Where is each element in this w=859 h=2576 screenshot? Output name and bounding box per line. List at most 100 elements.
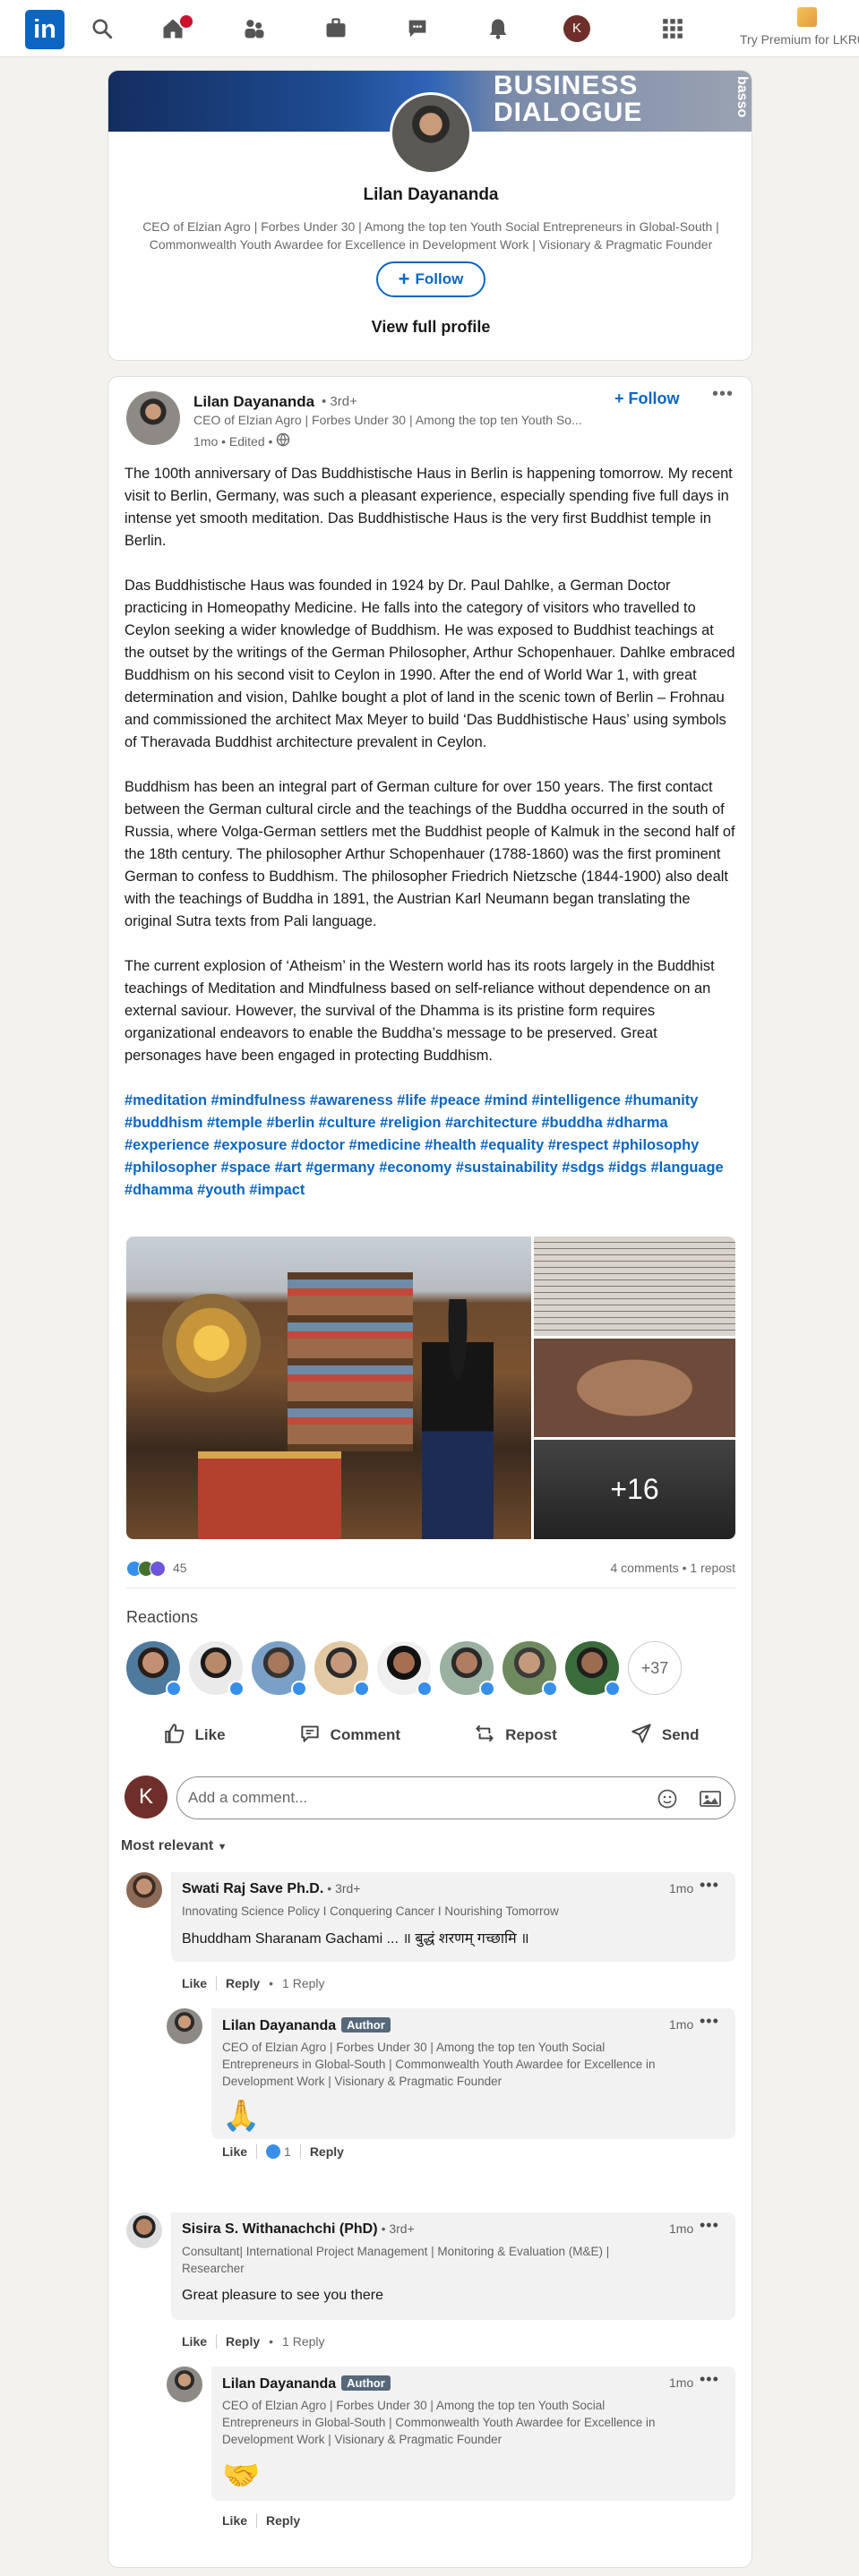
comment-time: 1mo (669, 2017, 694, 2032)
more-options-icon[interactable]: ••• (712, 384, 734, 405)
reactor-avatar[interactable] (440, 1641, 495, 1697)
comment-reply-button[interactable]: Reply (226, 2334, 260, 2349)
reactor-avatar[interactable] (503, 1641, 558, 1697)
post-time-text: 1mo • Edited • (193, 433, 273, 449)
post-author-name[interactable]: Lilan Dayananda (193, 393, 314, 411)
more-reactors-button[interactable]: +37 (628, 1641, 682, 1695)
sort-comments-dropdown[interactable]: Most relevant ▼ (121, 1838, 227, 1854)
profile-follow-button[interactable]: + Follow (376, 261, 485, 297)
like-reaction-icon (266, 2144, 281, 2159)
notifications-icon[interactable] (484, 14, 512, 43)
comment-reply-button[interactable]: Reply (266, 2513, 300, 2528)
like-button[interactable]: Like (163, 1722, 226, 1750)
comment-bubble: Sisira S. Withanachchi (PhD) • 3rd+ Consu… (171, 2212, 735, 2320)
reactor-avatar[interactable] (565, 1641, 621, 1697)
like-badge-icon (417, 1681, 433, 1697)
search-icon[interactable] (88, 14, 116, 43)
reactor-avatar[interactable] (314, 1641, 370, 1697)
comment-more-icon[interactable]: ••• (700, 2216, 719, 2235)
comment-reply-button[interactable]: Reply (226, 1976, 260, 1990)
commenter-avatar[interactable] (126, 1872, 162, 1908)
commenter-name[interactable]: Swati Raj Save Ph.D. • 3rd+ (182, 1881, 360, 1897)
post-hashtags[interactable]: #meditation #mindfulness #awareness #lif… (125, 1090, 737, 1202)
reply-count[interactable]: 1 Reply (282, 2334, 324, 2349)
commenter-name[interactable]: Sisira S. Withanachchi (PhD) • 3rd+ (182, 2221, 415, 2238)
comment-like-button[interactable]: Like (182, 2334, 207, 2349)
comment-bubble: Lilan Dayananda Author CEO of Elzian Agro… (211, 2008, 735, 2139)
comment-like-button[interactable]: Like (222, 2144, 247, 2159)
top-nav-bar: in K Try Premium for LKR0 (0, 0, 859, 57)
photo-document[interactable] (534, 1237, 735, 1336)
emoji-icon[interactable] (657, 1788, 678, 1814)
repost-button[interactable]: Repost (473, 1722, 557, 1750)
commenter-avatar[interactable] (167, 2366, 202, 2402)
comment-label: Comment (330, 1726, 401, 1743)
reaction-icons[interactable] (126, 1561, 166, 1577)
linkedin-logo[interactable]: in (25, 10, 64, 49)
comment: Sisira S. Withanachchi (PhD) • 3rd+ Consu… (126, 2212, 735, 2349)
like-count[interactable]: 1 (266, 2144, 291, 2159)
comment-text: Great pleasure to see you there (182, 2288, 384, 2303)
divider (216, 1976, 218, 1990)
more-photos-count[interactable]: +16 (534, 1440, 735, 1539)
comment-reply: Lilan Dayananda Author CEO of Elzian Agro… (167, 2008, 735, 2169)
caret-down-icon: ▼ (217, 1842, 228, 1853)
reactor-avatar[interactable] (377, 1641, 433, 1697)
reactor-avatar[interactable] (126, 1641, 182, 1697)
my-network-icon[interactable] (240, 14, 269, 43)
commenter-name-text: Swati Raj Save Ph.D. (182, 1881, 324, 1896)
comment-more-icon[interactable]: ••• (700, 1876, 719, 1895)
comment-reply-button[interactable]: Reply (310, 2144, 344, 2159)
commenter-headline: CEO of Elzian Agro | Forbes Under 30 | A… (222, 2041, 656, 2088)
divider (256, 2513, 258, 2528)
reactor-avatar[interactable] (189, 1641, 245, 1697)
work-grid-icon[interactable] (658, 14, 687, 43)
me-avatar[interactable]: K (563, 15, 590, 42)
comment-actions: Like 1 Reply (222, 2144, 344, 2159)
post-photo-grid[interactable]: +16 (126, 1237, 735, 1539)
post-follow-button[interactable]: + Follow (614, 389, 680, 408)
commenter-avatar[interactable] (126, 2212, 162, 2248)
reaction-count[interactable]: 45 (173, 1561, 187, 1575)
author-profile-card: BUSINESS DIALOGUE basso Lilan Dayananda … (107, 70, 752, 361)
comment-actions: Like Reply • 1 Reply (182, 2334, 325, 2349)
comments-reposts-count[interactable]: 4 comments • 1 repost (610, 1561, 735, 1575)
reply-count[interactable]: 1 Reply (282, 1976, 324, 1990)
post-paragraph-2: Das Buddhistische Haus was founded in 19… (125, 578, 735, 750)
notification-dot (178, 13, 194, 30)
my-comment-avatar: K (125, 1776, 168, 1819)
commenter-degree: • 3rd+ (327, 1881, 361, 1896)
commenter-name[interactable]: Lilan Dayananda Author (222, 2017, 391, 2034)
comment-actions: Like Reply (222, 2513, 300, 2528)
banner-vertical-text: basso (734, 76, 750, 118)
profile-avatar[interactable] (390, 92, 472, 175)
comment-like-button[interactable]: Like (222, 2513, 247, 2528)
comment-more-icon[interactable]: ••• (700, 2370, 719, 2389)
photo-main-temple-interior[interactable] (126, 1237, 531, 1539)
view-full-profile-link[interactable]: View full profile (108, 318, 752, 337)
photo-statues[interactable]: +16 (534, 1440, 735, 1539)
messaging-icon[interactable] (403, 14, 432, 43)
comment-time: 1mo (669, 2221, 694, 2236)
like-badge-icon (354, 1681, 370, 1697)
reactor-avatar[interactable] (252, 1641, 307, 1697)
commenter-degree: • 3rd+ (381, 2221, 415, 2236)
comment-more-icon[interactable]: ••• (700, 2012, 719, 2031)
reply-count-dot: • (269, 1976, 274, 1990)
send-button[interactable]: Send (630, 1722, 699, 1750)
try-premium-link[interactable]: Try Premium for LKR0 (740, 7, 859, 52)
comment-button[interactable]: Comment (298, 1722, 400, 1750)
post-author-avatar[interactable] (126, 391, 180, 445)
jobs-icon[interactable] (322, 14, 350, 43)
image-icon[interactable] (699, 1788, 722, 1814)
photo-carving[interactable] (534, 1339, 735, 1437)
praying-hands-emoji: 🙏 (222, 2099, 261, 2133)
repost-label: Repost (505, 1726, 557, 1743)
photo-altar-detail (198, 1451, 341, 1539)
comment-input[interactable]: Add a comment... (176, 1776, 735, 1819)
profile-name[interactable]: Lilan Dayananda (108, 185, 752, 205)
commenter-avatar[interactable] (167, 2008, 202, 2044)
commenter-name[interactable]: Lilan Dayananda Author (222, 2375, 391, 2392)
comment-like-button[interactable]: Like (182, 1976, 207, 1990)
handshake-emoji: 🤝 (222, 2459, 261, 2493)
